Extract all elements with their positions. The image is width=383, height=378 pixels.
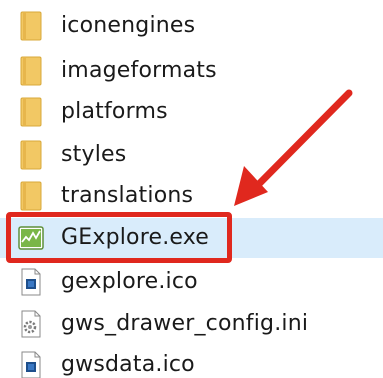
file-list: iconengines imageformats platforms style… [0,0,383,378]
file-row-imageformats[interactable]: imageformats [0,51,383,91]
ico-file-icon [12,345,50,378]
file-name: iconengines [61,13,196,38]
file-row-iconengines[interactable]: iconengines [0,6,383,46]
file-row-translations[interactable]: translations [0,176,383,216]
folder-icon [12,135,50,175]
folder-icon [12,51,50,91]
file-row-styles[interactable]: styles [0,135,383,175]
file-row-gexplore-ico[interactable]: gexplore.ico [0,262,383,302]
file-name: imageformats [61,58,217,83]
file-name: translations [61,183,194,208]
file-name: gexplore.ico [61,269,198,294]
file-row-gws-drawer-config-ini[interactable]: gws_drawer_config.ini [0,304,383,344]
folder-icon [12,6,50,46]
ico-file-icon [12,262,50,302]
file-name: gws_drawer_config.ini [61,311,309,336]
folder-icon [12,92,50,132]
folder-icon [12,176,50,216]
ini-settings-file-icon [12,304,50,344]
file-name: styles [61,142,127,167]
file-row-gwsdata-ico[interactable]: gwsdata.ico [0,345,383,378]
annotation-highlight-box [6,212,232,263]
file-name: gwsdata.ico [61,352,195,377]
file-row-platforms[interactable]: platforms [0,92,383,132]
file-name: platforms [61,99,168,124]
